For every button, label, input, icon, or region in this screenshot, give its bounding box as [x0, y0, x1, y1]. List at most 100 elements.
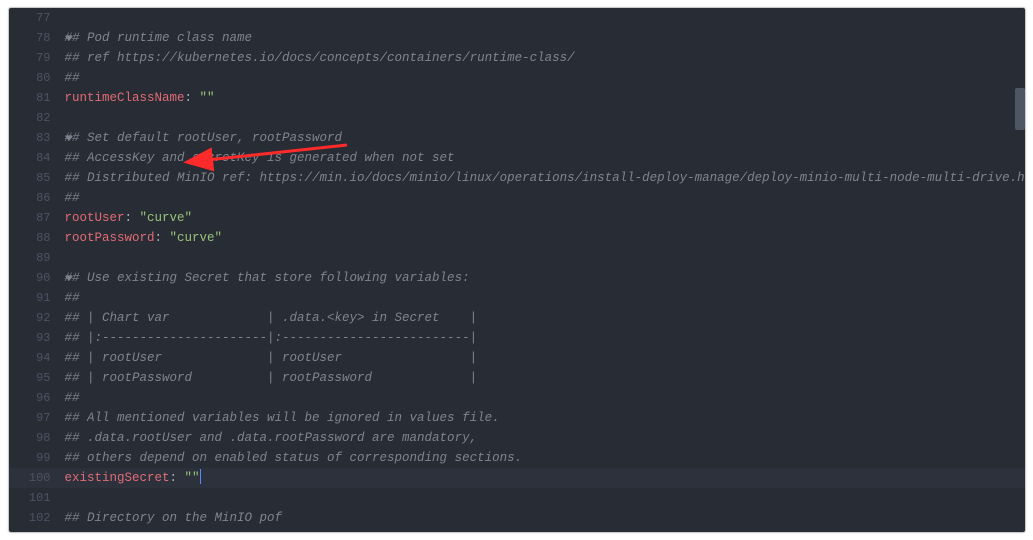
code-content[interactable]: runtimeClassName: "" [65, 88, 215, 108]
line-number: 97 [9, 408, 65, 428]
code-line[interactable]: 98## .data.rootUser and .data.rootPasswo… [9, 428, 1025, 448]
code-content[interactable]: ## Directory on the MinIO pof [65, 508, 283, 528]
token-comment: ## AccessKey and secretKey is generated … [65, 151, 455, 165]
code-content[interactable]: ## | Chart var | .data.<key> in Secret | [65, 308, 478, 328]
code-line[interactable]: 101 [9, 488, 1025, 508]
line-number: 91 [9, 288, 65, 308]
line-number: 98 [9, 428, 65, 448]
code-line[interactable]: 82 [9, 108, 1025, 128]
token-key: rootPassword [65, 231, 155, 245]
token-key: runtimeClassName [65, 91, 185, 105]
code-line[interactable]: 100existingSecret: "" [9, 468, 1025, 488]
code-content[interactable]: ## | rootUser | rootUser | [65, 348, 478, 368]
code-line[interactable]: 80## [9, 68, 1025, 88]
line-number: 92 [9, 308, 65, 328]
code-line[interactable]: 81runtimeClassName: "" [9, 88, 1025, 108]
code-line[interactable]: 85## Distributed MinIO ref: https://min.… [9, 168, 1025, 188]
code-line[interactable]: 83## Set default rootUser, rootPassword [9, 128, 1025, 148]
code-line[interactable]: 94## | rootUser | rootUser | [9, 348, 1025, 368]
code-line[interactable]: 91## [9, 288, 1025, 308]
code-lines[interactable]: 7778## Pod runtime class name79## ref ht… [9, 8, 1025, 528]
code-content[interactable]: ## [65, 288, 80, 308]
code-content[interactable]: rootPassword: "curve" [65, 228, 223, 248]
token-comment: ## Set default rootUser, rootPassword [65, 131, 343, 145]
token-comment: ## Pod runtime class name [65, 31, 253, 45]
code-content[interactable]: ## Use existing Secret that store follow… [65, 268, 470, 288]
code-line[interactable]: 97## All mentioned variables will be ign… [9, 408, 1025, 428]
code-editor[interactable]: 7778## Pod runtime class name79## ref ht… [9, 8, 1025, 532]
token-key: existingSecret [65, 471, 170, 485]
line-number: 77 [9, 8, 65, 28]
code-content[interactable]: ## [65, 388, 80, 408]
line-number: 99 [9, 448, 65, 468]
token-comment: ## | rootPassword | rootPassword | [65, 371, 478, 385]
line-number: 81 [9, 88, 65, 108]
code-line[interactable]: 78## Pod runtime class name [9, 28, 1025, 48]
code-content[interactable]: existingSecret: "" [65, 468, 202, 488]
line-number: 94 [9, 348, 65, 368]
token-comment: ## [65, 71, 80, 85]
line-number: 83 [9, 128, 65, 148]
code-content[interactable]: ## AccessKey and secretKey is generated … [65, 148, 455, 168]
code-content[interactable]: ## ref https://kubernetes.io/docs/concep… [65, 48, 575, 68]
line-number: 80 [9, 68, 65, 88]
token-comment: ## | rootUser | rootUser | [65, 351, 478, 365]
line-number: 78 [9, 28, 65, 48]
code-line[interactable]: 88rootPassword: "curve" [9, 228, 1025, 248]
token-colon: : [185, 91, 200, 105]
code-line[interactable]: 102## Directory on the MinIO pof [9, 508, 1025, 528]
code-line[interactable]: 79## ref https://kubernetes.io/docs/conc… [9, 48, 1025, 68]
code-line[interactable]: 93## |:----------------------|:---------… [9, 328, 1025, 348]
token-string: "" [185, 471, 200, 485]
code-line[interactable]: 92## | Chart var | .data.<key> in Secret… [9, 308, 1025, 328]
token-key: rootUser [65, 211, 125, 225]
code-content[interactable]: ## Pod runtime class name [65, 28, 253, 48]
code-content[interactable]: ## Set default rootUser, rootPassword [65, 128, 343, 148]
line-number: 88 [9, 228, 65, 248]
scrollbar-thumb[interactable] [1015, 88, 1025, 130]
line-number: 100 [9, 468, 65, 488]
code-line[interactable]: 89 [9, 248, 1025, 268]
code-content[interactable]: ## .data.rootUser and .data.rootPassword… [65, 428, 478, 448]
token-comment: ## ref https://kubernetes.io/docs/concep… [65, 51, 575, 65]
line-number: 93 [9, 328, 65, 348]
token-comment: ## others depend on enabled status of co… [65, 451, 523, 465]
code-line[interactable]: 84## AccessKey and secretKey is generate… [9, 148, 1025, 168]
code-content[interactable]: ## | rootPassword | rootPassword | [65, 368, 478, 388]
token-comment: ## |:----------------------|:-----------… [65, 331, 478, 345]
line-number: 86 [9, 188, 65, 208]
token-comment: ## .data.rootUser and .data.rootPassword… [65, 431, 478, 445]
line-number: 82 [9, 108, 65, 128]
code-line[interactable]: 99## others depend on enabled status of … [9, 448, 1025, 468]
token-comment: ## [65, 191, 80, 205]
code-line[interactable]: 96## [9, 388, 1025, 408]
token-comment: ## | Chart var | .data.<key> in Secret | [65, 311, 478, 325]
token-comment: ## Directory on the MinIO pof [65, 511, 283, 525]
code-line[interactable]: 86## [9, 188, 1025, 208]
line-number: 85 [9, 168, 65, 188]
code-line[interactable]: 90## Use existing Secret that store foll… [9, 268, 1025, 288]
code-content[interactable]: ## |:----------------------|:-----------… [65, 328, 478, 348]
code-content[interactable]: rootUser: "curve" [65, 208, 193, 228]
line-number: 87 [9, 208, 65, 228]
editor-frame: 7778## Pod runtime class name79## ref ht… [8, 7, 1026, 533]
code-content[interactable]: ## Distributed MinIO ref: https://min.io… [65, 168, 1025, 188]
token-comment: ## [65, 391, 80, 405]
token-colon: : [170, 471, 185, 485]
code-content[interactable]: ## All mentioned variables will be ignor… [65, 408, 500, 428]
token-comment: ## [65, 291, 80, 305]
text-cursor [200, 469, 202, 484]
code-content[interactable]: ## others depend on enabled status of co… [65, 448, 523, 468]
token-comment: ## Distributed MinIO ref: https://min.io… [65, 171, 1025, 185]
scrollbar-track[interactable] [1015, 8, 1025, 532]
line-number: 101 [9, 488, 65, 508]
code-line[interactable]: 77 [9, 8, 1025, 28]
code-line[interactable]: 95## | rootPassword | rootPassword | [9, 368, 1025, 388]
code-content[interactable]: ## [65, 68, 80, 88]
token-string: "" [200, 91, 215, 105]
token-string: "curve" [170, 231, 223, 245]
token-comment: ## Use existing Secret that store follow… [65, 271, 470, 285]
code-content[interactable]: ## [65, 188, 80, 208]
token-colon: : [125, 211, 140, 225]
code-line[interactable]: 87rootUser: "curve" [9, 208, 1025, 228]
